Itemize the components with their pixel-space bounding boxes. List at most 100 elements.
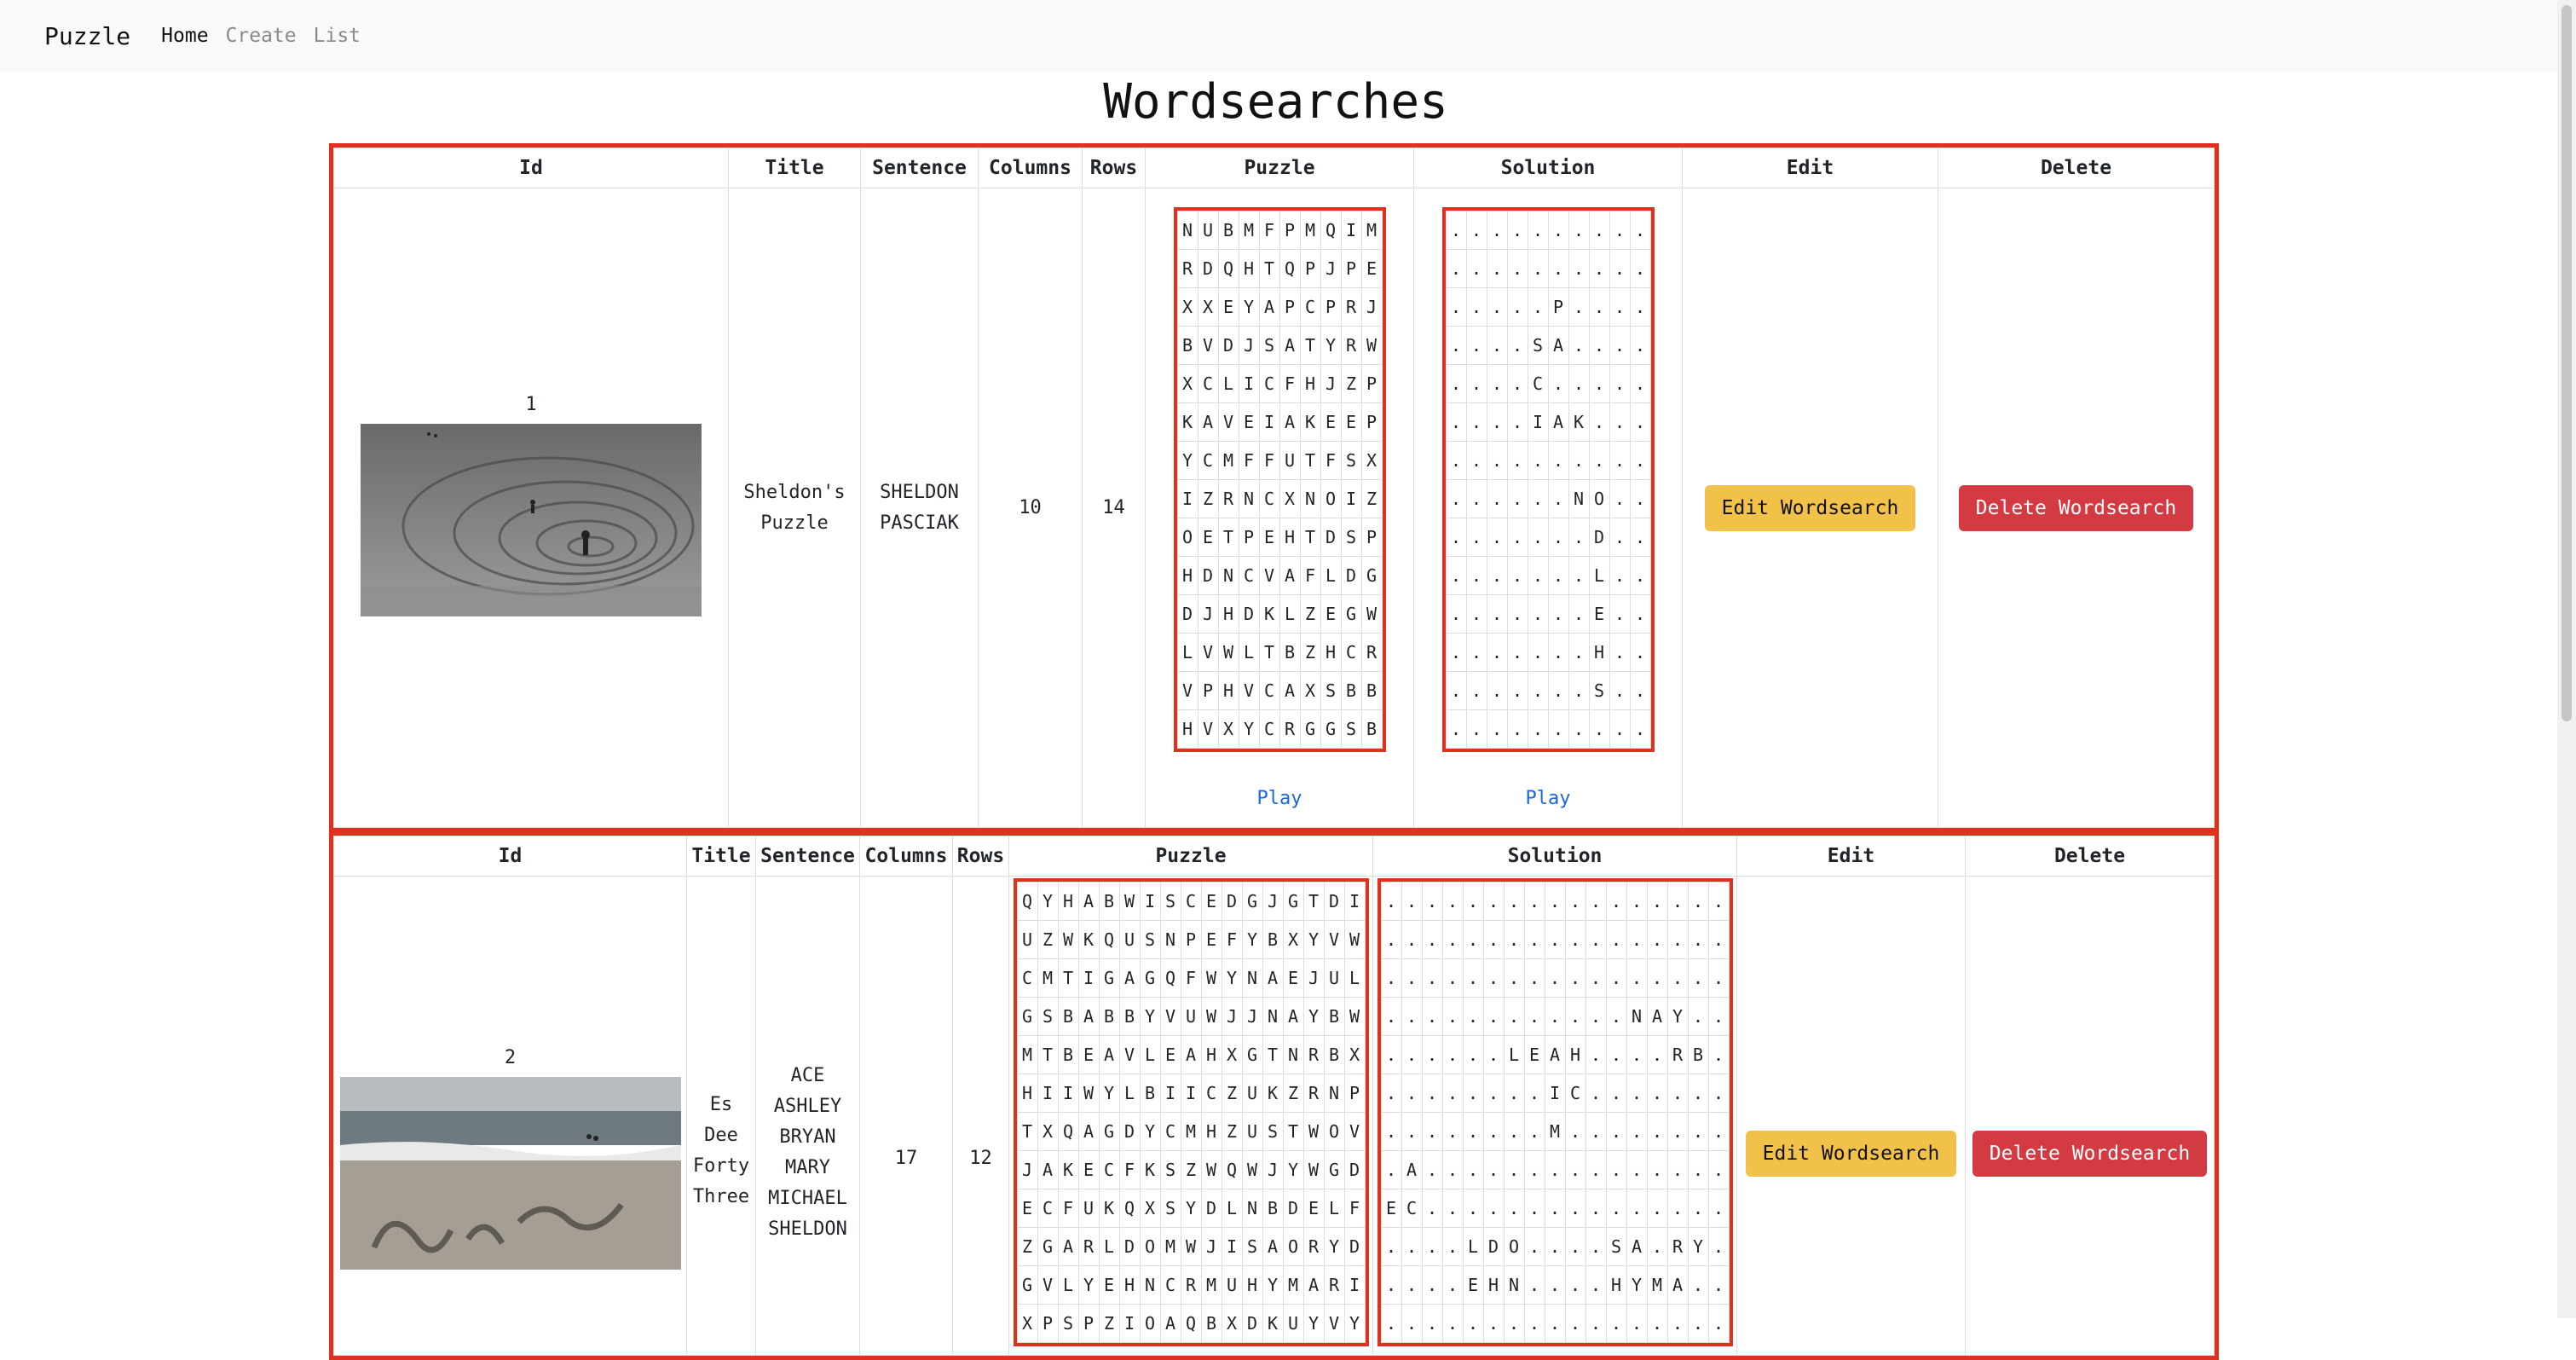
grid-cell: . — [1588, 210, 1610, 250]
grid-cell: F — [1299, 555, 1321, 595]
grid-cell: A — [1077, 1112, 1100, 1151]
grid-cell: I — [1258, 402, 1280, 442]
grid-cell: . — [1707, 1150, 1730, 1189]
grid-cell: W — [1200, 1150, 1222, 1189]
grid-cell: Q — [1098, 920, 1120, 959]
puzzle-id: 1 — [525, 394, 537, 415]
grid-cell: . — [1445, 440, 1467, 480]
grid-cell: D — [1118, 1112, 1141, 1151]
puzzle-cell: QYHABWISCEDGJGTDIUZWKQUSNPEFYBXYVWCMTIGA… — [1008, 876, 1373, 1356]
play-puzzle-link[interactable]: Play — [1149, 788, 1410, 809]
grid-cell: F — [1258, 210, 1280, 250]
grid-cell: . — [1626, 1189, 1648, 1228]
nav-link-list[interactable]: List — [314, 25, 361, 47]
grid-cell: A — [1547, 325, 1569, 365]
grid-cell: . — [1687, 882, 1709, 921]
grid-cell: . — [1421, 1304, 1443, 1343]
nav-link-home[interactable]: Home — [161, 25, 208, 47]
grid-cell: Y — [1302, 997, 1325, 1036]
grid-cell: . — [1588, 402, 1610, 442]
nav-link-create[interactable]: Create — [226, 25, 297, 47]
grid-cell: . — [1626, 882, 1648, 921]
grid-cell: . — [1629, 555, 1651, 595]
grid-cell: . — [1666, 1189, 1689, 1228]
grid-cell: S — [1320, 670, 1342, 710]
grid-cell: D — [1221, 882, 1243, 921]
grid-cell: Y — [1343, 1304, 1366, 1343]
delete-wordsearch-button[interactable]: Delete Wordsearch — [1972, 1131, 2208, 1177]
grid-cell: . — [1486, 517, 1508, 557]
grid-cell: . — [1486, 325, 1508, 365]
grid-row: ......LEAH....RB. — [1380, 1035, 1730, 1074]
scrollbar-thumb[interactable] — [2562, 5, 2572, 721]
grid-row: HDNCVAFLDG — [1176, 555, 1383, 595]
grid-row: .A............... — [1380, 1150, 1730, 1189]
grid-cell: . — [1465, 709, 1487, 749]
grid-cell: A — [1159, 1304, 1181, 1343]
grid-cell: J — [1200, 1227, 1222, 1266]
grid-cell: Z — [1299, 632, 1321, 672]
grid-cell: A — [1282, 997, 1304, 1036]
navbar-brand[interactable]: Puzzle — [44, 22, 130, 50]
grid-cell: V — [1238, 670, 1260, 710]
grid-cell: . — [1626, 1150, 1648, 1189]
grid-cell: O — [1282, 1227, 1304, 1266]
grid-cell: S — [1159, 882, 1181, 921]
grid-cell: . — [1506, 593, 1528, 634]
grid-cell: . — [1527, 210, 1549, 250]
rows-cell: 12 — [952, 876, 1009, 1356]
grid-cell: E — [1200, 920, 1222, 959]
grid-cell: . — [1585, 958, 1607, 998]
grid-cell: D — [1282, 1189, 1304, 1228]
grid-cell: . — [1506, 670, 1528, 710]
grid-cell: . — [1465, 593, 1487, 634]
grid-cell: C — [1016, 958, 1038, 998]
grid-cell: A — [1098, 1035, 1120, 1074]
grid-cell: . — [1585, 882, 1607, 921]
grid-cell: . — [1568, 248, 1590, 288]
grid-cell: Z — [1180, 1150, 1202, 1189]
grid-cell: . — [1462, 997, 1484, 1036]
grid-cell: . — [1605, 920, 1627, 959]
grid-cell: I — [1037, 1074, 1059, 1113]
grid-cell: . — [1527, 555, 1549, 595]
grid-cell: . — [1666, 1304, 1689, 1343]
grid-row: ............NAY.. — [1380, 997, 1730, 1036]
edit-wordsearch-button[interactable]: Edit Wordsearch — [1704, 484, 1916, 531]
grid-cell: . — [1547, 440, 1569, 480]
grid-cell: T — [1217, 517, 1239, 557]
page-scrollbar[interactable] — [2557, 0, 2576, 1318]
grid-cell: A — [1547, 402, 1569, 442]
grid-cell: . — [1568, 363, 1590, 403]
grid-cell: Q — [1217, 248, 1239, 288]
grid-cell: . — [1629, 632, 1651, 672]
play-solution-link[interactable]: Play — [1418, 788, 1678, 809]
grid-cell: W — [1360, 593, 1383, 634]
grid-cell: D — [1482, 1227, 1505, 1266]
grid-cell: . — [1707, 1265, 1730, 1305]
grid-cell: P — [1279, 210, 1301, 250]
grid-row: .......S.. — [1445, 670, 1651, 710]
grid-cell: . — [1401, 1074, 1423, 1113]
grid-row: ................. — [1380, 958, 1730, 998]
grid-cell: A — [1279, 402, 1301, 442]
grid-cell: . — [1547, 555, 1569, 595]
grid-cell: . — [1482, 1074, 1505, 1113]
grid-cell: . — [1646, 1150, 1668, 1189]
grid-cell: W — [1200, 997, 1222, 1036]
grid-cell: . — [1380, 1074, 1402, 1113]
grid-cell: U — [1241, 1112, 1263, 1151]
grid-cell: . — [1544, 1304, 1566, 1343]
grid-cell: . — [1585, 1304, 1607, 1343]
grid-cell: . — [1486, 248, 1508, 288]
delete-wordsearch-button[interactable]: Delete Wordsearch — [1958, 484, 2194, 531]
table-header-row: Id Title Sentence Columns Rows Puzzle So… — [333, 148, 2215, 188]
grid-cell: W — [1118, 882, 1141, 921]
grid-cell: . — [1564, 1265, 1586, 1305]
grid-cell: . — [1380, 1265, 1402, 1305]
grid-cell: L — [1238, 632, 1260, 672]
grid-cell: G — [1282, 882, 1304, 921]
edit-wordsearch-button[interactable]: Edit Wordsearch — [1745, 1131, 1957, 1177]
grid-cell: . — [1486, 709, 1508, 749]
grid-cell: . — [1687, 1304, 1709, 1343]
